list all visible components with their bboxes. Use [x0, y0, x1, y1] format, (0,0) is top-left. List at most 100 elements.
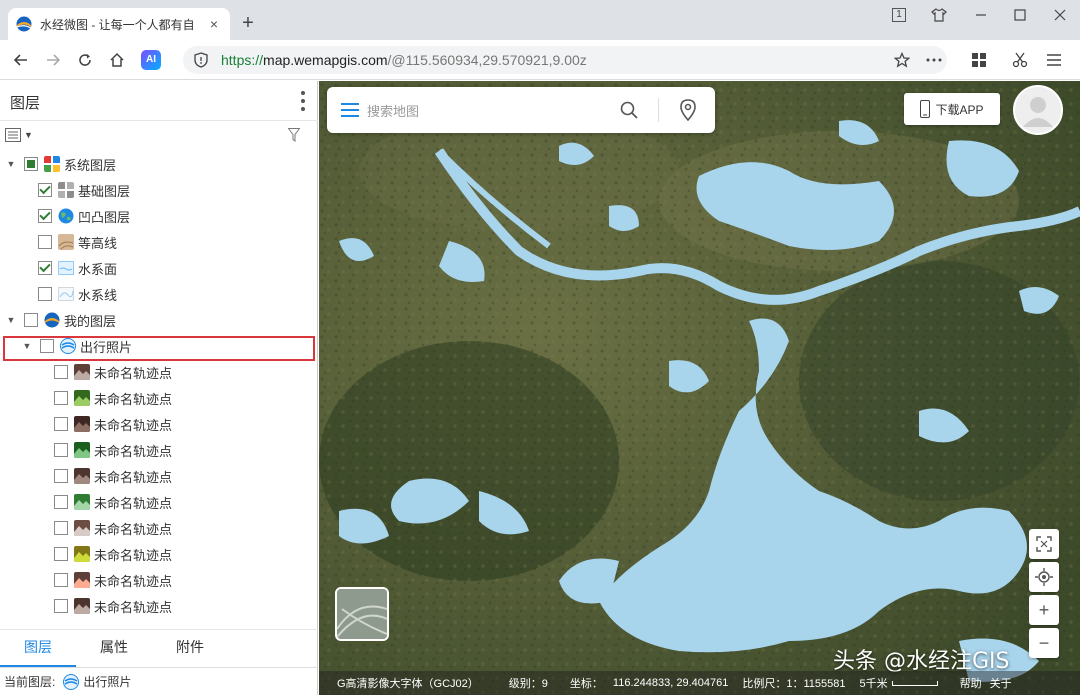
layer-checkbox[interactable] — [38, 287, 52, 301]
bookmark-star-icon[interactable] — [889, 47, 915, 73]
more-dots-icon[interactable] — [921, 47, 947, 73]
track-point-item[interactable]: 未命名轨迹点 — [54, 567, 172, 593]
layer-node-system[interactable]: ▼ 系统图层 — [4, 151, 116, 177]
expand-arrow-icon[interactable]: ▼ — [4, 315, 18, 325]
layer-view-dropdown[interactable]: ▼ — [5, 128, 33, 142]
chevron-down-icon: ▼ — [24, 130, 33, 140]
layer-node-water-surface[interactable]: 水系面 — [38, 255, 117, 281]
ai-badge: AI — [141, 50, 161, 70]
minimize-icon[interactable] — [966, 4, 996, 26]
map-canvas[interactable]: 搜索地图 下载APP + − 头条 @水经注GIS G高清影像大字体（GCJ02… — [319, 81, 1080, 695]
layer-node-travel-photos[interactable]: ▼ 出行照片 — [20, 333, 132, 359]
menu-icon[interactable] — [341, 103, 359, 117]
my-layers-icon — [44, 312, 60, 328]
scale-text: 比例尺：1：1155581 — [742, 678, 846, 690]
layer-checkbox[interactable] — [54, 469, 68, 483]
layer-checkbox[interactable] — [38, 183, 52, 197]
maximize-icon[interactable] — [1005, 4, 1035, 26]
reload-icon[interactable] — [72, 47, 98, 73]
map-search-box[interactable]: 搜索地图 — [327, 87, 715, 133]
download-label: 下载APP — [935, 102, 984, 117]
download-app-button[interactable]: 下载APP — [904, 93, 1000, 125]
track-point-item[interactable]: 未命名轨迹点 — [54, 463, 172, 489]
scissors-icon[interactable] — [1007, 47, 1033, 73]
search-placeholder[interactable]: 搜索地图 — [367, 101, 620, 120]
coord-label: 坐标： — [569, 678, 603, 690]
track-point-item[interactable]: 未命名轨迹点 — [54, 411, 172, 437]
basemap-thumbnail-icon — [337, 589, 387, 639]
back-arrow-icon[interactable] — [8, 47, 34, 73]
layer-checkbox[interactable] — [24, 313, 38, 327]
layer-node-contour[interactable]: 等高线 — [38, 229, 117, 255]
track-point-item[interactable]: 未命名轨迹点 — [54, 593, 172, 619]
tab-attachments[interactable]: 附件 — [152, 630, 228, 667]
filter-icon[interactable] — [288, 128, 300, 142]
menu-hamburger-icon[interactable] — [1041, 47, 1067, 73]
layer-checkbox[interactable] — [38, 261, 52, 275]
photo-thumbnail-icon — [74, 364, 90, 380]
layer-checkbox[interactable] — [54, 443, 68, 457]
expand-arrow-icon[interactable]: ▼ — [4, 159, 18, 169]
location-pin-icon[interactable] — [679, 99, 697, 121]
screenshot-frame-icon — [1036, 536, 1052, 552]
layer-checkbox[interactable] — [38, 235, 52, 249]
layer-checkbox[interactable] — [54, 495, 68, 509]
ai-assistant-icon[interactable]: AI — [138, 47, 164, 73]
security-shield-icon[interactable] — [193, 52, 209, 68]
layer-checkbox[interactable] — [40, 339, 54, 353]
layer-checkbox[interactable] — [54, 391, 68, 405]
panel-more-icon[interactable] — [300, 91, 306, 111]
layer-checkbox[interactable] — [38, 209, 52, 223]
new-tab-button[interactable]: + — [236, 12, 260, 36]
track-point-item[interactable]: 未命名轨迹点 — [54, 359, 172, 385]
tab-attributes[interactable]: 属性 — [76, 630, 152, 667]
layer-node-base[interactable]: 基础图层 — [38, 177, 130, 203]
skin-shirt-icon[interactable] — [924, 4, 954, 26]
layer-checkbox[interactable] — [54, 365, 68, 379]
track-point-item[interactable]: 未命名轨迹点 — [54, 489, 172, 515]
help-link[interactable]: 帮助 — [960, 675, 982, 691]
contour-icon — [58, 234, 74, 250]
layer-label: 基础图层 — [78, 183, 131, 199]
tab-close-icon[interactable]: × — [206, 16, 222, 32]
wemapgis-favicon-icon — [16, 16, 32, 32]
zoom-out-button[interactable]: − — [1029, 628, 1059, 658]
locate-me-button[interactable] — [1029, 562, 1059, 592]
track-point-item[interactable]: 未命名轨迹点 — [54, 437, 172, 463]
layer-checkbox[interactable] — [54, 417, 68, 431]
search-icon[interactable] — [620, 101, 638, 119]
panel-title: 图层 — [10, 95, 41, 112]
user-avatar[interactable] — [1013, 85, 1063, 135]
browser-titlebar: 水经微图 - 让每一个人都有自 × + 1 — [0, 0, 1080, 40]
browser-tab[interactable]: 水经微图 - 让每一个人都有自 × — [8, 8, 230, 40]
layer-checkbox[interactable] — [24, 157, 38, 171]
track-point-item[interactable]: 未命名轨迹点 — [54, 515, 172, 541]
layer-node-water-line[interactable]: 水系线 — [38, 281, 117, 307]
window-count-icon[interactable]: 1 — [884, 4, 914, 26]
layer-checkbox[interactable] — [54, 599, 68, 613]
forward-arrow-icon[interactable] — [40, 47, 66, 73]
layer-checkbox[interactable] — [54, 547, 68, 561]
current-layer-status: 当前图层: 出行照片 — [0, 667, 318, 695]
url-host: map.wemapgis.com — [263, 52, 388, 68]
track-point-item[interactable]: 未命名轨迹点 — [54, 541, 172, 567]
home-icon[interactable] — [104, 47, 130, 73]
fullscreen-map-button[interactable] — [1029, 529, 1059, 559]
zoom-in-button[interactable]: + — [1029, 595, 1059, 625]
expand-arrow-icon[interactable]: ▼ — [20, 341, 34, 351]
address-bar[interactable]: https:// map.wemapgis.com /@115.560934,2… — [183, 46, 947, 74]
apps-grid-icon[interactable] — [966, 47, 992, 73]
layer-label: 未命名轨迹点 — [94, 547, 173, 563]
user-avatar-icon — [1023, 97, 1053, 127]
layer-checkbox[interactable] — [54, 521, 68, 535]
close-window-icon[interactable] — [1045, 4, 1075, 26]
tab-layers[interactable]: 图层 — [0, 630, 76, 667]
track-point-item[interactable]: 未命名轨迹点 — [54, 385, 172, 411]
layer-node-mine[interactable]: ▼ 我的图层 — [4, 307, 116, 333]
about-link[interactable]: 关于 — [990, 675, 1012, 691]
basemap-switcher[interactable] — [335, 587, 389, 641]
imagery-source: G高清影像大字体（GCJ02） — [337, 678, 479, 690]
window-count-badge: 1 — [892, 8, 906, 22]
layer-checkbox[interactable] — [54, 573, 68, 587]
layer-node-relief[interactable]: 凹凸图层 — [38, 203, 130, 229]
